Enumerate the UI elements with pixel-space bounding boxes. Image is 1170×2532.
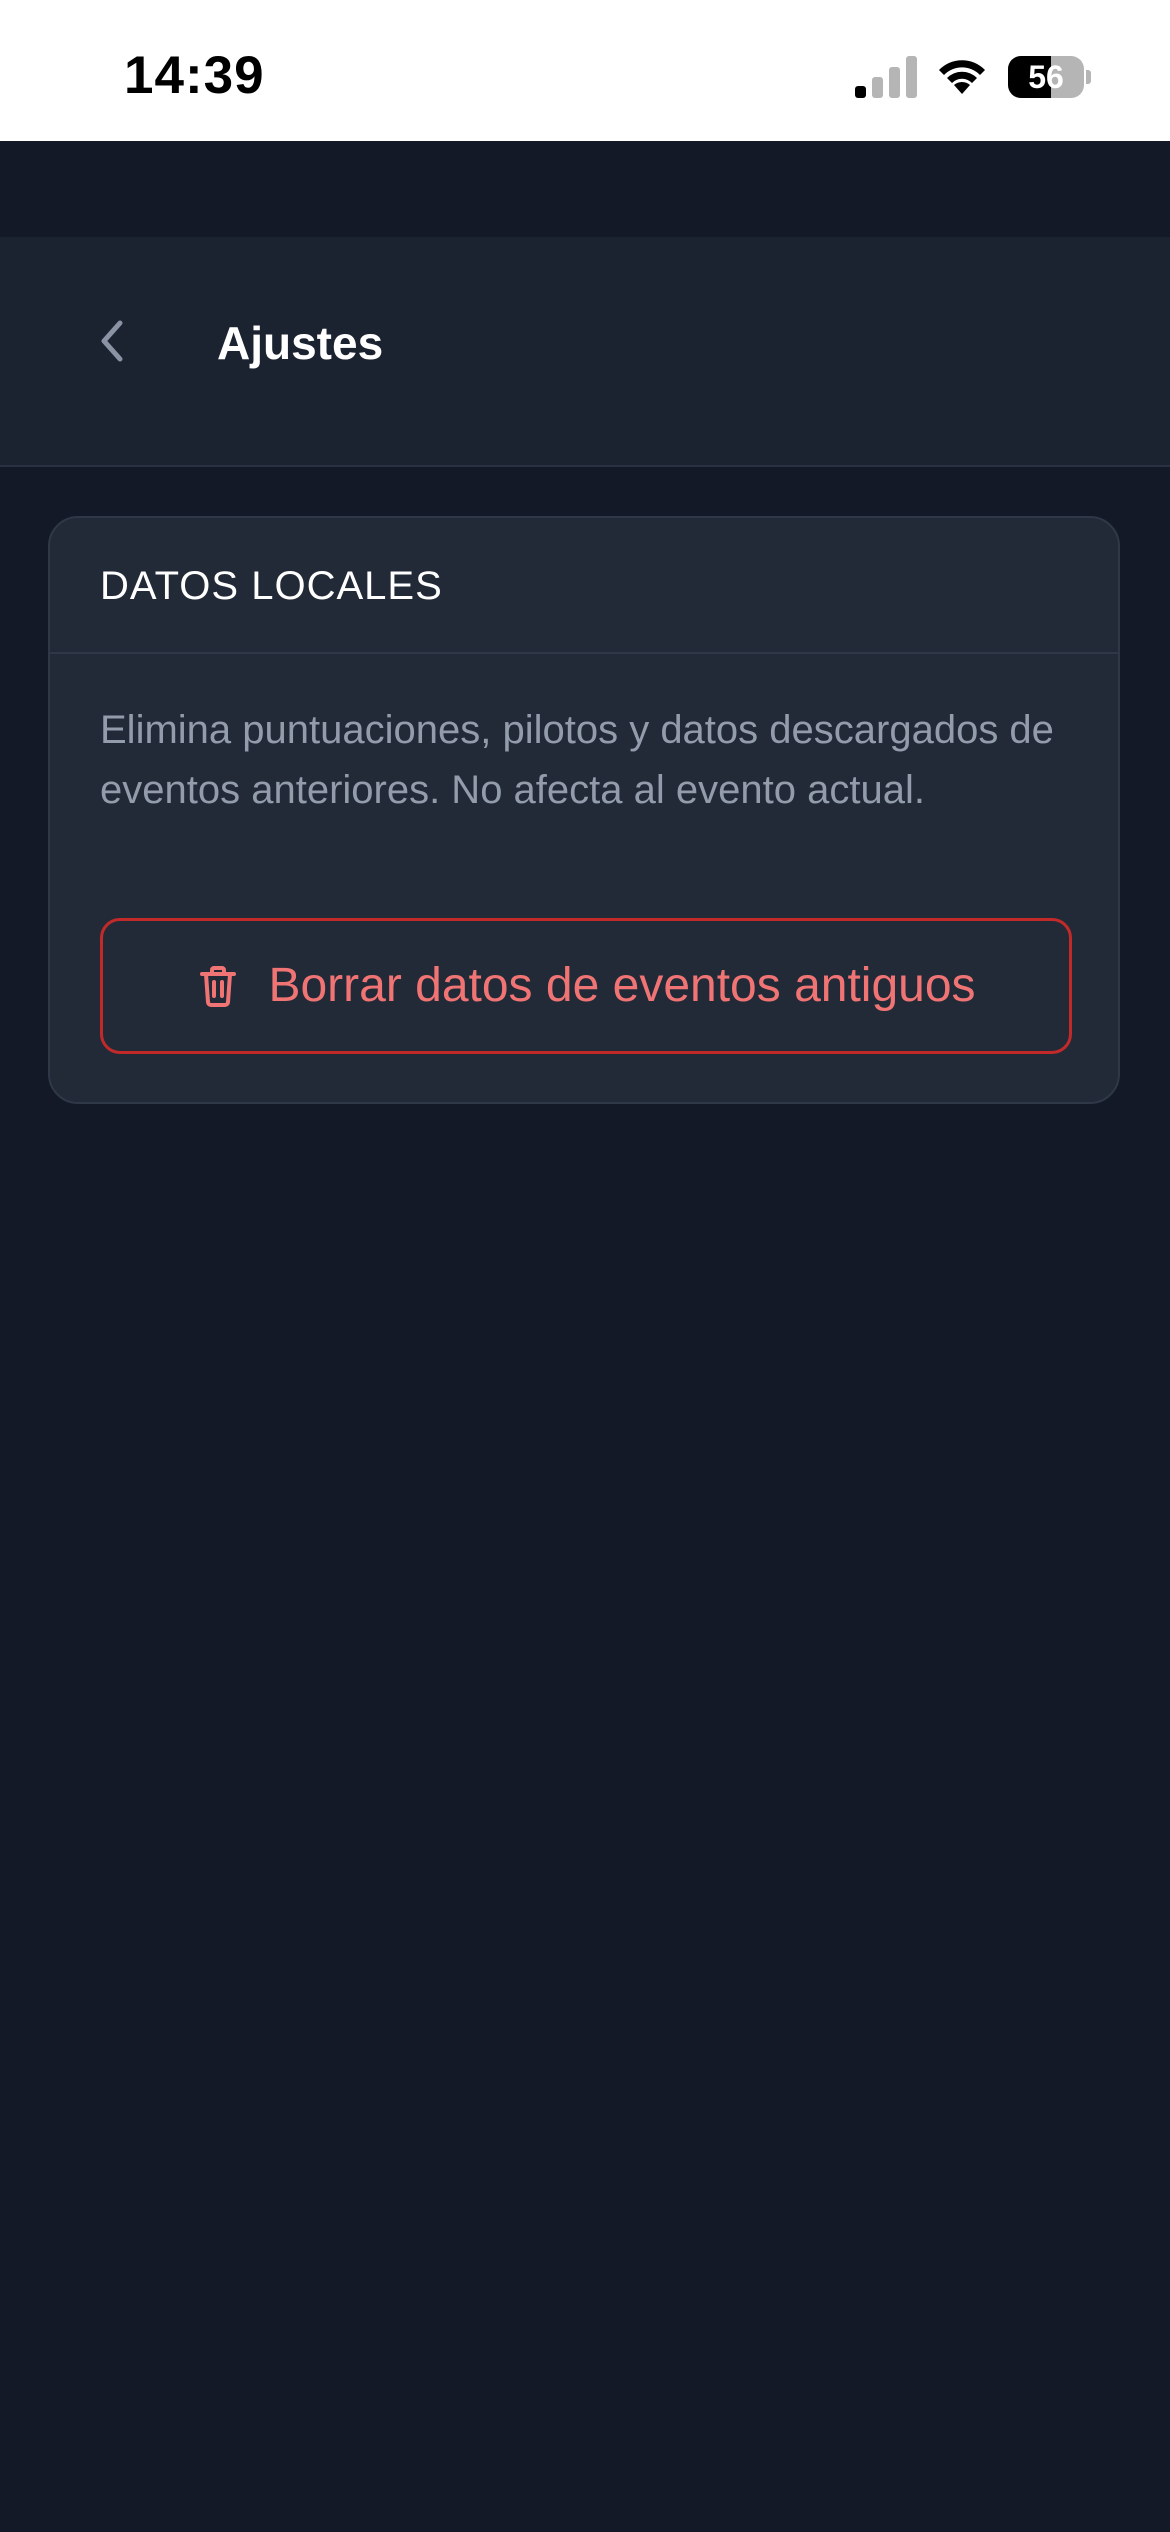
top-spacer [0,141,1170,237]
card-title: DATOS LOCALES [100,564,443,608]
card-description: Elimina puntuaciones, pilotos y datos de… [100,708,1054,812]
local-data-card: DATOS LOCALES Elimina puntuaciones, pilo… [48,516,1120,1104]
status-bar: 14:39 56 [0,0,1170,141]
battery-icon: 56 [1008,56,1092,98]
delete-old-events-button[interactable]: Borrar datos de eventos antiguos [100,918,1072,1054]
cellular-signal-icon [855,56,917,98]
app-header: Ajustes [0,237,1170,467]
trash-icon [196,964,240,1008]
delete-button-label: Borrar datos de eventos antiguos [268,959,976,1012]
status-time: 14:39 [124,46,265,105]
battery-level-text: 56 [1028,59,1064,95]
chevron-left-icon [101,320,123,362]
wifi-icon [939,60,985,94]
page-title: Ajustes [217,317,384,369]
card-header: DATOS LOCALES [50,518,1118,654]
back-button[interactable] [80,309,144,373]
